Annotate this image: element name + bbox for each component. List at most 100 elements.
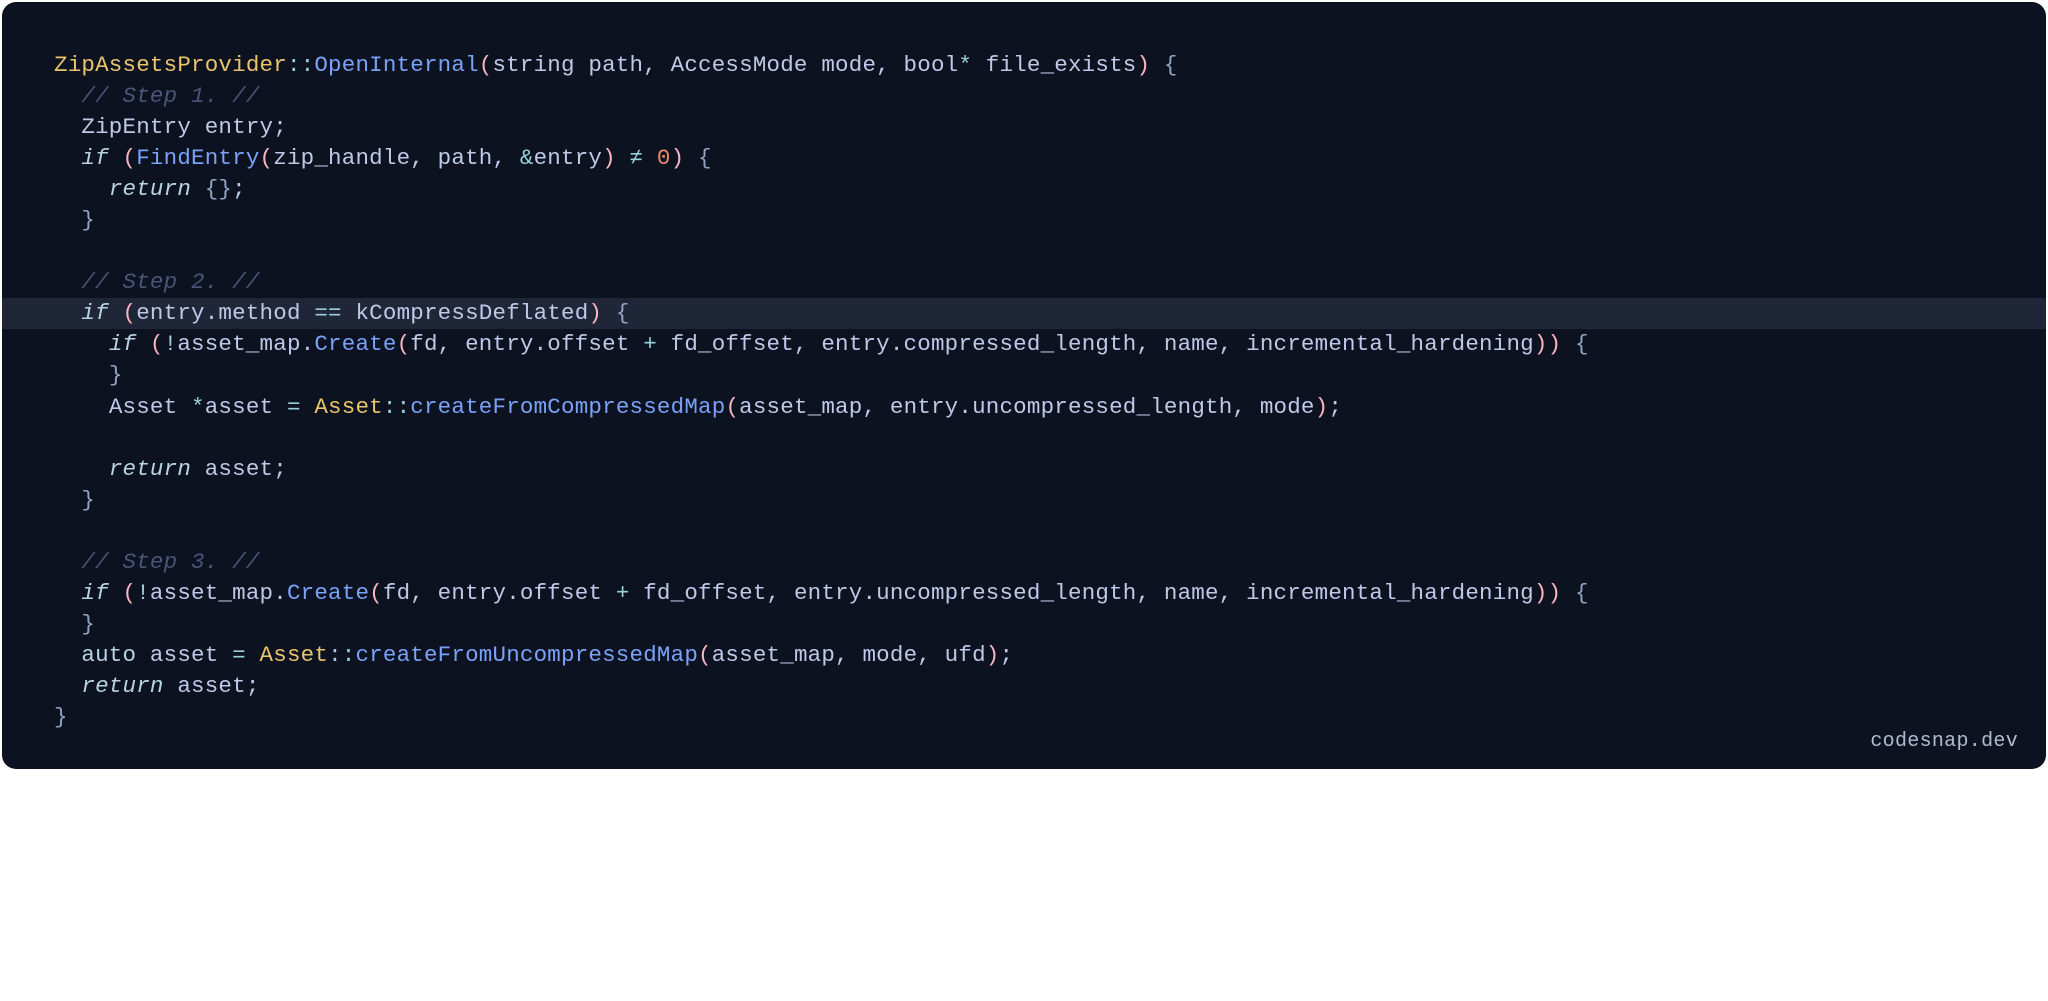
code-token: createFromUncompressedMap bbox=[355, 642, 698, 668]
code-token: * bbox=[191, 394, 205, 420]
code-token: Create bbox=[314, 331, 396, 357]
code-token bbox=[643, 145, 657, 171]
code-token: asset; bbox=[164, 673, 260, 699]
code-token: ) bbox=[1534, 580, 1548, 606]
code-token bbox=[109, 580, 123, 606]
watermark: codesnap.dev bbox=[1870, 730, 2018, 753]
code-token: fd, entry.offset bbox=[383, 580, 616, 606]
code-token bbox=[616, 145, 630, 171]
code-token: Create bbox=[287, 580, 369, 606]
code-line: // Step 2. // bbox=[54, 267, 1994, 298]
code-token: + bbox=[643, 331, 657, 357]
code-token: ) bbox=[671, 145, 685, 171]
code-token: file_exists bbox=[972, 52, 1136, 78]
code-token: Asset bbox=[260, 642, 329, 668]
code-token bbox=[246, 642, 260, 668]
code-token bbox=[1150, 52, 1164, 78]
code-token: ZipAssetsProvider bbox=[54, 52, 287, 78]
code-token: return bbox=[109, 456, 191, 482]
code-token: ) bbox=[602, 145, 616, 171]
code-token: & bbox=[520, 145, 534, 171]
code-line: if (entry.method == kCompressDeflated) { bbox=[2, 298, 2046, 329]
code-token: ( bbox=[369, 580, 383, 606]
code-token: { bbox=[616, 300, 630, 326]
code-token: auto bbox=[81, 642, 136, 668]
code-token: ( bbox=[150, 331, 164, 357]
code-token: zip_handle, path, bbox=[273, 145, 520, 171]
code-token: } bbox=[54, 704, 68, 730]
code-line: ZipAssetsProvider::OpenInternal(string p… bbox=[54, 50, 1994, 81]
code-token: string path, AccessMode mode, bool bbox=[492, 52, 958, 78]
code-token: return bbox=[109, 176, 191, 202]
code-token: ! bbox=[164, 331, 178, 357]
code-token: if bbox=[109, 331, 136, 357]
code-token: * bbox=[958, 52, 972, 78]
code-token: asset_map, entry.uncompressed_length, mo… bbox=[739, 394, 1315, 420]
code-token: } bbox=[81, 611, 95, 637]
code-token: = bbox=[287, 394, 301, 420]
code-token: == bbox=[314, 300, 341, 326]
code-token bbox=[301, 394, 315, 420]
code-snippet-container: ZipAssetsProvider::OpenInternal(string p… bbox=[2, 2, 2046, 769]
code-token: if bbox=[81, 300, 108, 326]
code-token bbox=[191, 176, 205, 202]
code-token: // Step 2. // bbox=[81, 269, 259, 295]
code-token: if bbox=[81, 580, 108, 606]
code-line: ZipEntry entry; bbox=[54, 112, 1994, 143]
code-token: Asset bbox=[314, 394, 383, 420]
code-line bbox=[54, 516, 1994, 547]
code-line: } bbox=[54, 609, 1994, 640]
code-token: ( bbox=[397, 331, 411, 357]
code-token: ) bbox=[1315, 394, 1329, 420]
code-token bbox=[602, 300, 616, 326]
code-token: kCompressDeflated bbox=[342, 300, 589, 326]
code-line: } bbox=[54, 205, 1994, 236]
code-token: ) bbox=[986, 642, 1000, 668]
code-token: ( bbox=[698, 642, 712, 668]
code-token: { bbox=[1575, 331, 1589, 357]
code-line bbox=[54, 423, 1994, 454]
code-token bbox=[136, 331, 150, 357]
code-token: ) bbox=[1548, 580, 1562, 606]
code-token: } bbox=[109, 362, 123, 388]
code-token: ; bbox=[232, 176, 246, 202]
code-token: :: bbox=[383, 394, 410, 420]
code-token: ( bbox=[260, 145, 274, 171]
code-line: } bbox=[54, 485, 1994, 516]
code-token: :: bbox=[287, 52, 314, 78]
code-line: } bbox=[54, 360, 1994, 391]
code-token: 0 bbox=[657, 145, 671, 171]
code-token: ; bbox=[1328, 394, 1342, 420]
code-line: Asset *asset = Asset::createFromCompress… bbox=[54, 392, 1994, 423]
code-token: Asset bbox=[109, 394, 191, 420]
code-token: asset_map, mode, ufd bbox=[712, 642, 986, 668]
code-line: return asset; bbox=[54, 454, 1994, 485]
code-token: asset bbox=[136, 642, 232, 668]
code-token bbox=[109, 145, 123, 171]
code-token: ZipEntry entry; bbox=[81, 114, 287, 140]
code-token: { bbox=[1164, 52, 1178, 78]
code-token: ( bbox=[123, 300, 137, 326]
code-line: return {}; bbox=[54, 174, 1994, 205]
code-token: asset; bbox=[191, 456, 287, 482]
code-token: ≠ bbox=[630, 145, 644, 171]
code-token bbox=[1561, 580, 1575, 606]
code-token: if bbox=[81, 145, 108, 171]
code-token: { bbox=[698, 145, 712, 171]
code-token: return bbox=[81, 673, 163, 699]
code-token: ) bbox=[588, 300, 602, 326]
code-token: // Step 1. // bbox=[81, 83, 259, 109]
code-line: return asset; bbox=[54, 671, 1994, 702]
code-token: entry.method bbox=[136, 300, 314, 326]
code-token: ) bbox=[1534, 331, 1548, 357]
code-token bbox=[684, 145, 698, 171]
code-token bbox=[109, 300, 123, 326]
code-line: // Step 1. // bbox=[54, 81, 1994, 112]
code-token: ( bbox=[123, 580, 137, 606]
code-token: ! bbox=[136, 580, 150, 606]
code-token: FindEntry bbox=[136, 145, 259, 171]
code-token: } bbox=[81, 207, 95, 233]
code-token: ; bbox=[999, 642, 1013, 668]
code-token: asset_map. bbox=[150, 580, 287, 606]
code-token: asset bbox=[205, 394, 287, 420]
